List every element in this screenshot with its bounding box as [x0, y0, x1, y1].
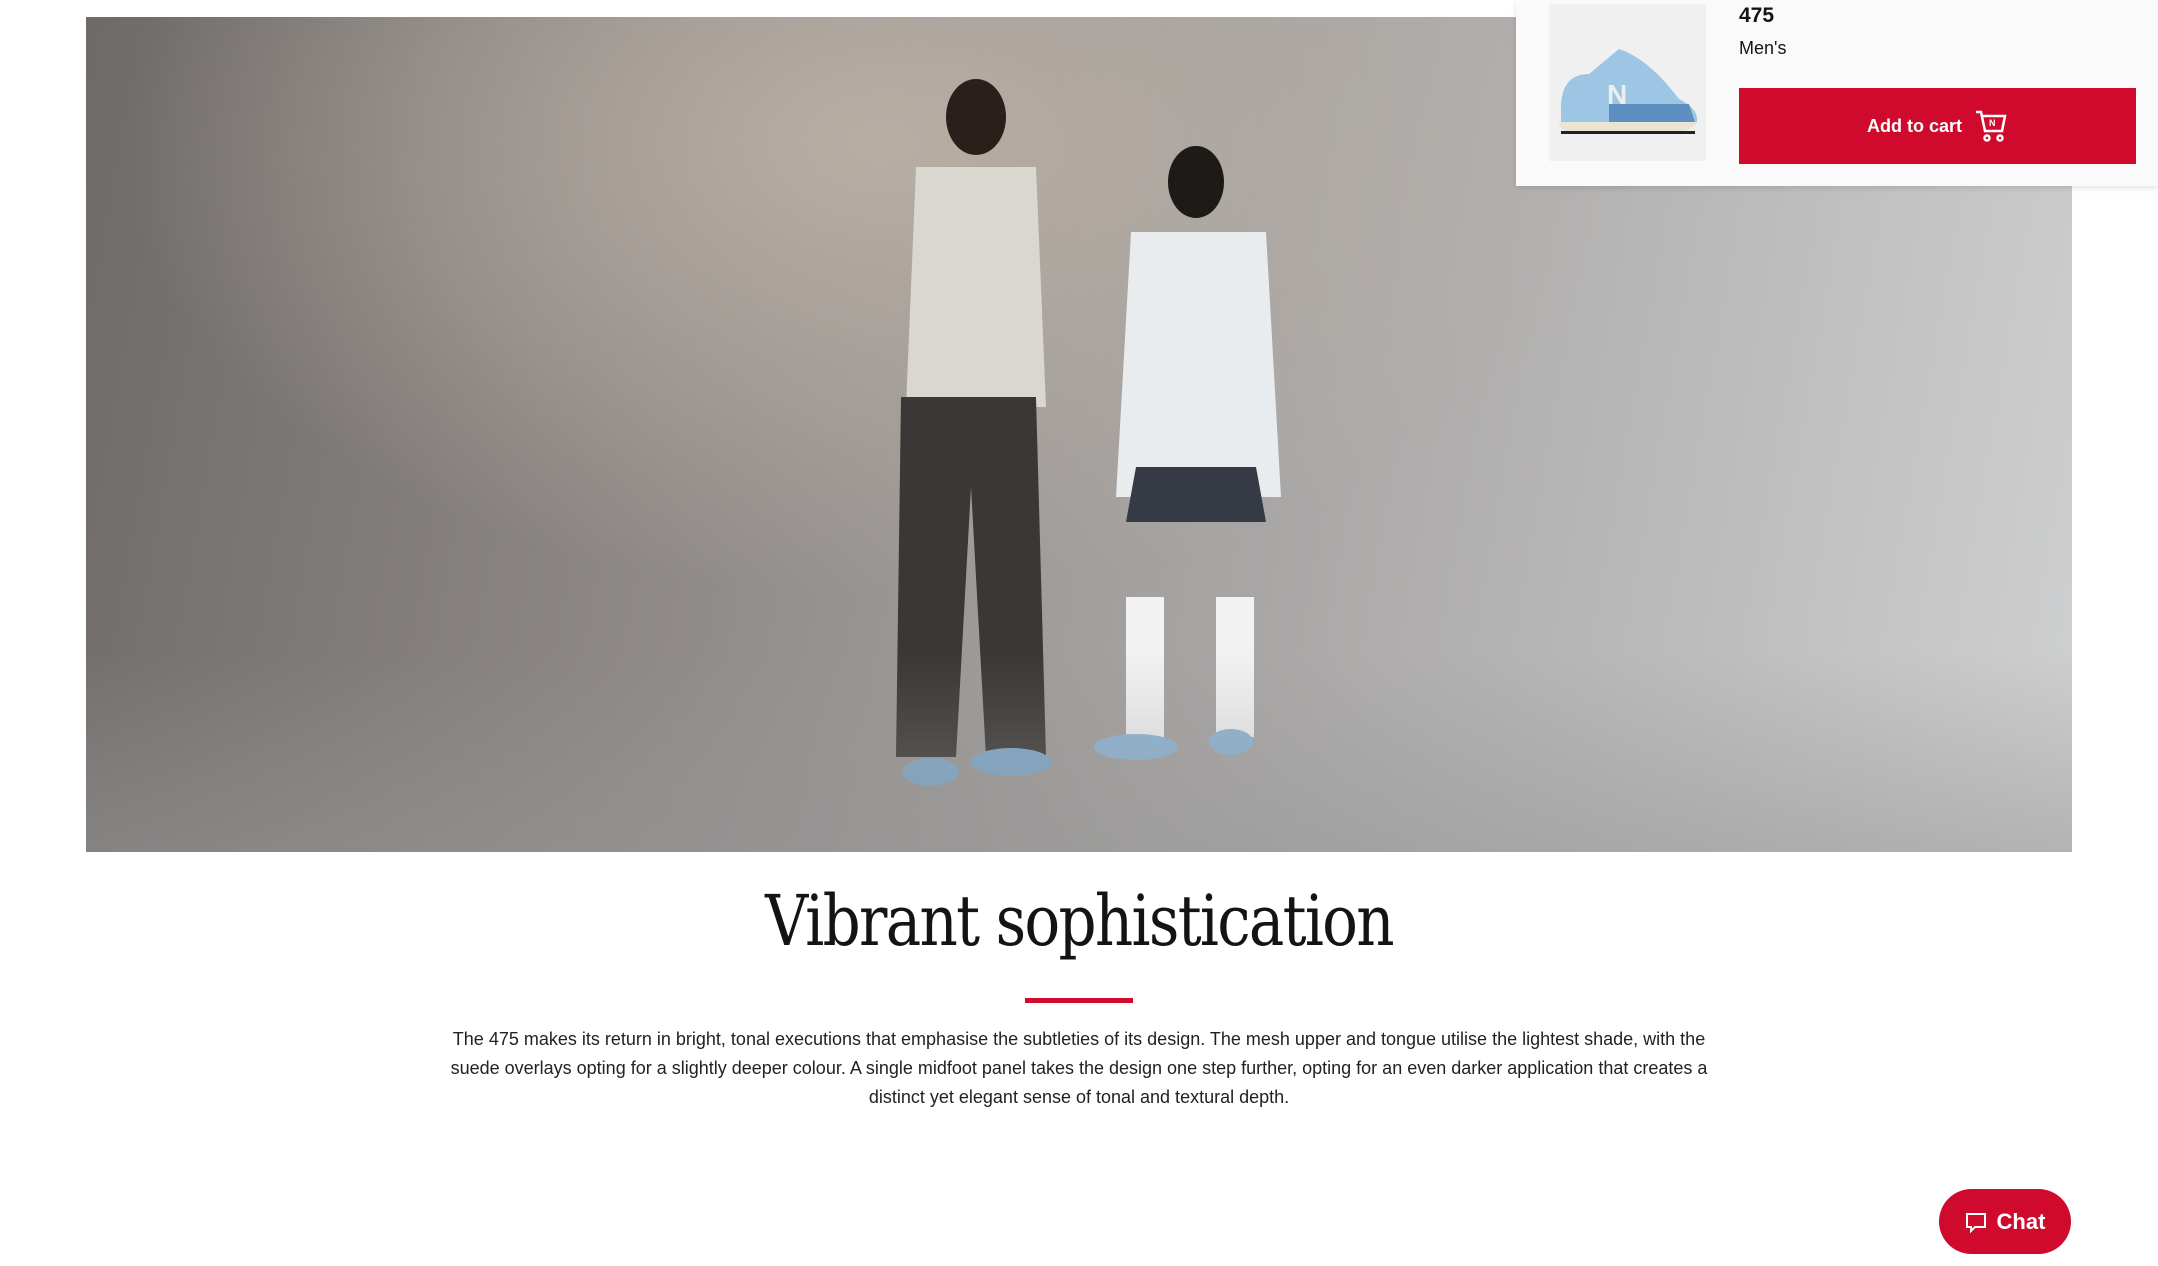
- product-thumbnail[interactable]: N: [1549, 4, 1706, 161]
- heading-divider: [1025, 998, 1133, 1003]
- chat-label: Chat: [1996, 1208, 2046, 1234]
- sticky-product-bar: N 475 Men's Add to cart N: [1516, 0, 2158, 186]
- svg-text:N: N: [1607, 79, 1627, 110]
- section-body: The 475 makes its return in bright, tona…: [450, 1029, 1708, 1107]
- chat-bubble-icon: [1965, 1212, 1986, 1233]
- shopping-cart-icon: N: [1976, 110, 2007, 142]
- add-to-cart-label: Add to cart: [1866, 115, 1962, 136]
- chat-button[interactable]: Chat: [1939, 1189, 2071, 1254]
- product-category: Men's: [1739, 38, 1787, 58]
- section-heading: Vibrant sophistication: [765, 880, 1395, 962]
- product-name: 475: [1739, 4, 1775, 27]
- floor-shade: [86, 652, 2072, 852]
- svg-text:N: N: [1989, 118, 1996, 128]
- add-to-cart-button[interactable]: Add to cart N: [1739, 88, 2136, 164]
- sneaker-image: N: [1559, 49, 1698, 134]
